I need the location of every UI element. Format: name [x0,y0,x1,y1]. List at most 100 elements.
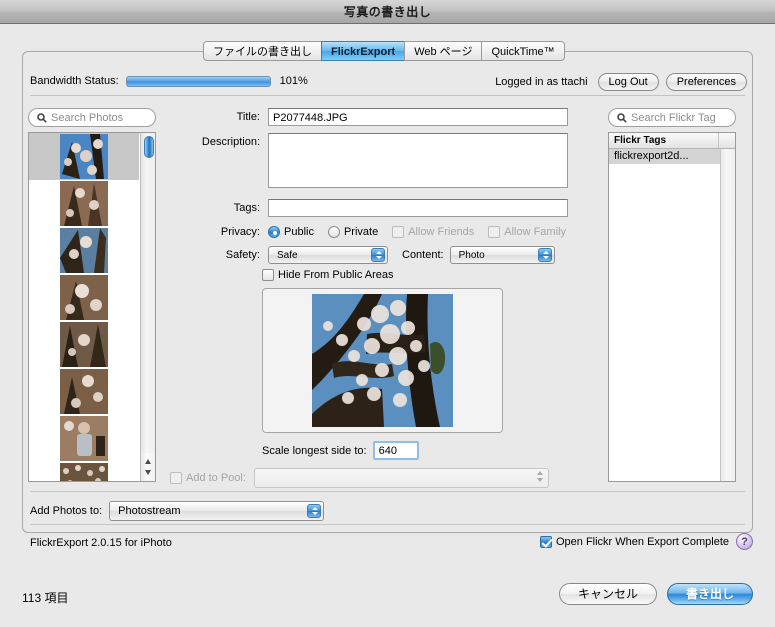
title-field-row: Title: P2077448.JPG [186,108,568,126]
photo-thumbnail [60,322,108,367]
privacy-public-label: Public [284,226,314,238]
list-item[interactable] [29,227,139,274]
hide-from-public-label: Hide From Public Areas [278,269,394,281]
scale-label: Scale longest side to: [262,444,367,457]
cancel-button[interactable]: キャンセル [558,583,657,605]
radio-selected-icon[interactable] [268,226,280,238]
description-field-row: Description: [186,133,568,188]
allow-family-checkbox: Allow Family [488,226,566,238]
add-photos-to-label: Add Photos to: [30,505,103,517]
checkbox-unchecked-icon [392,226,405,238]
description-label: Description: [201,136,260,148]
scroll-down-icon[interactable] [145,470,151,475]
list-item[interactable] [29,180,139,227]
help-button[interactable]: ? [736,533,753,550]
search-flickr-tag-input[interactable]: Search Flickr Tag [608,108,736,127]
checkbox-unchecked-icon [170,472,182,484]
list-item[interactable] [29,462,139,481]
divider-above-add-photos [30,491,745,492]
checkbox-checked-icon[interactable] [539,536,552,548]
chevron-updown-icon [535,471,545,483]
photo-preview [262,288,503,433]
tab-bar: ファイルの書き出し FlickrExport Web ページ QuickTime… [203,41,565,61]
preferences-button[interactable]: Preferences [665,73,747,91]
flickr-tags-body: flickrexport2d... [609,149,720,481]
add-photos-to-dropdown[interactable]: Photostream [109,501,325,521]
search-photos-placeholder: Search Photos [51,111,124,124]
list-item[interactable] [29,368,139,415]
privacy-private-label: Private [343,226,379,238]
column-resize-handle[interactable] [718,133,735,148]
radio-unselected-icon[interactable] [327,226,340,238]
flickr-tags-header-label: Flickr Tags [614,135,667,146]
checkbox-unchecked-icon [488,226,501,238]
privacy-row: Privacy: Public Private Allow Friends Al… [186,226,566,238]
photo-thumbnail [60,134,108,179]
checkbox-unchecked-icon[interactable] [262,269,274,281]
tags-label: Tags: [233,202,260,214]
hide-from-public-row[interactable]: Hide From Public Areas [262,269,394,281]
search-flickr-tag-placeholder: Search Flickr Tag [631,111,716,124]
tab-web-page[interactable]: Web ページ [404,41,482,61]
export-button[interactable]: 書き出し [666,583,753,605]
add-photos-to-row: Add Photos to: Photostream [30,501,325,521]
flickr-tags-table[interactable]: Flickr Tags flickrexport2d... [608,132,736,482]
item-count: 113 項目 [22,591,69,605]
version-text: FlickrExport 2.0.15 for iPhoto [30,537,172,549]
tags-field-row: Tags: [186,199,568,217]
allow-friends-label: Allow Friends [408,226,475,238]
bandwidth-status-label: Bandwidth Status: [30,75,119,87]
photo-list-scrollbar[interactable] [140,133,155,481]
allow-friends-checkbox: Allow Friends [392,226,474,238]
search-photos-input[interactable]: Search Photos [28,108,156,127]
list-item[interactable] [29,321,139,368]
privacy-public-option[interactable]: Public [268,226,314,238]
title-label: Title: [236,111,260,123]
search-icon [617,112,627,123]
add-photos-to-value: Photostream [118,505,181,517]
scale-input[interactable]: 640 [372,441,419,460]
safety-content-row: Safety: Safe Content: Photo [186,246,555,264]
tab-quicktime[interactable]: QuickTime™ [481,41,565,61]
scale-row: Scale longest side to: 640 [262,441,419,460]
table-row[interactable]: flickrexport2d... [609,149,720,164]
list-item[interactable] [29,133,139,180]
add-to-pool-label: Add to Pool: [186,472,246,484]
add-to-pool-row: Add to Pool: [170,468,549,488]
photo-thumbnail-column [29,133,139,481]
scroll-up-icon[interactable] [145,459,151,464]
list-item[interactable] [29,274,139,321]
list-item[interactable] [29,415,139,462]
chevron-updown-icon [307,504,322,518]
photo-list[interactable] [28,132,156,482]
tab-file-export[interactable]: ファイルの書き出し [203,41,321,61]
scrollbar-arrows[interactable] [141,453,155,481]
add-to-pool-dropdown [253,468,549,488]
photo-thumbnail [60,463,108,481]
tab-flickrexport[interactable]: FlickrExport [321,41,405,61]
chevron-updown-icon [371,248,385,262]
photo-thumbnail [60,228,108,273]
content-label: Content: [402,249,444,261]
header-divider [30,95,745,96]
privacy-private-option[interactable]: Private [327,226,379,238]
photo-thumbnail [60,369,108,414]
log-out-button[interactable]: Log Out [597,73,659,91]
open-flickr-checkbox-row[interactable]: Open Flickr When Export Complete [539,536,729,548]
flickr-tags-scrollbar[interactable] [720,149,735,481]
open-flickr-label: Open Flickr When Export Complete [555,536,729,548]
content-value: Photo [458,249,485,261]
preview-image [312,294,453,427]
content-dropdown[interactable]: Photo [449,246,555,264]
window-titlebar: 写真の書き出し [0,0,775,24]
scrollbar-thumb[interactable] [144,136,154,158]
divider-above-version [30,524,745,525]
tags-input[interactable] [268,199,568,217]
allow-family-label: Allow Family [504,226,566,238]
safety-dropdown[interactable]: Safe [268,246,388,264]
photo-thumbnail [60,181,108,226]
chevron-updown-icon [537,248,552,262]
description-input[interactable] [268,133,568,188]
title-input[interactable]: P2077448.JPG [268,108,568,126]
account-row: Logged in as ttachi Log Out Preferences [495,73,747,91]
